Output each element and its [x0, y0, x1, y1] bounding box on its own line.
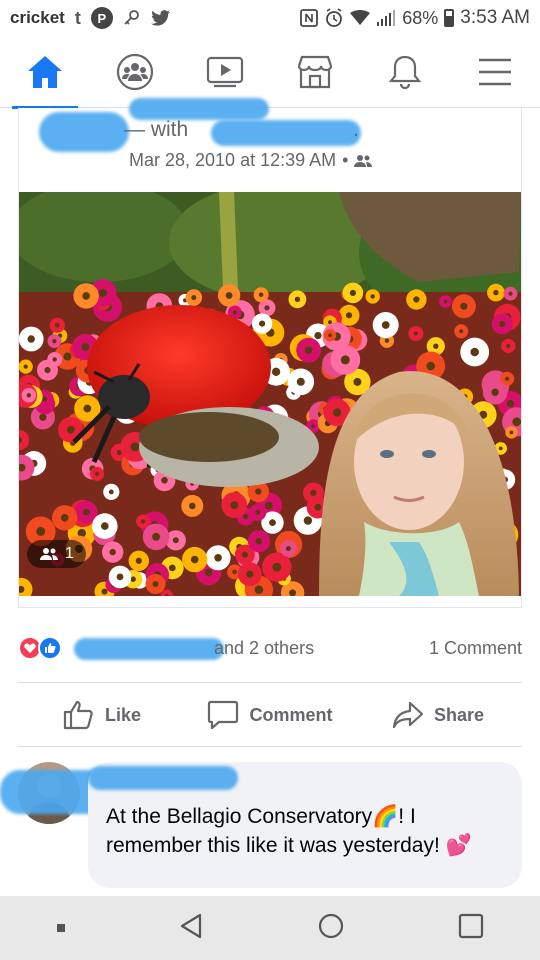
comment-bubble: At the Bellagio Conservatory🌈! I remembe… [88, 762, 522, 888]
separator-dot: • [342, 150, 349, 170]
tag-period: . [353, 118, 359, 141]
signal-icon [376, 9, 396, 27]
thumbs-up-icon [63, 700, 93, 730]
like-reaction-icon [38, 636, 62, 660]
comment-text: At the Bellagio Conservatory🌈! I remembe… [106, 805, 472, 857]
nfc-icon [300, 9, 319, 27]
groups-icon [116, 53, 154, 90]
tab-marketplace[interactable] [280, 36, 350, 108]
android-navigation-bar [0, 896, 540, 960]
post-photo[interactable]: 1 [19, 192, 521, 596]
key-icon [123, 9, 141, 27]
back-button[interactable] [178, 912, 204, 945]
share-arrow-icon [392, 701, 424, 729]
hamburger-menu-icon [479, 58, 511, 85]
clock-time: 3:53 AM [460, 7, 530, 28]
post-card: — with . Mar 28, 2010 at 12:39 AM • 1 [18, 98, 522, 608]
alarm-icon [324, 8, 344, 28]
comment-label: Comment [249, 704, 333, 725]
redacted-reactors-mark [74, 638, 224, 660]
comment-button[interactable]: Comment [186, 684, 354, 746]
reaction-others-text: and 2 others [214, 638, 315, 658]
wifi-icon [350, 10, 371, 26]
share-label: Share [433, 704, 485, 725]
tumblr-icon: t [74, 7, 81, 28]
like-button[interactable]: Like [18, 684, 186, 746]
comment-bubble-icon [208, 700, 239, 730]
tab-groups[interactable] [100, 36, 170, 108]
overview-button[interactable] [458, 913, 484, 944]
tagged-people-badge[interactable]: 1 [27, 540, 86, 568]
divider-top [18, 682, 522, 683]
like-label: Like [104, 704, 142, 725]
share-button[interactable]: Share [354, 684, 522, 746]
tab-notifications[interactable] [370, 36, 440, 108]
tab-watch[interactable] [190, 36, 260, 108]
tagged-with-text: — with [124, 118, 188, 142]
pandora-icon: P [90, 7, 113, 29]
divider-bottom [18, 746, 522, 747]
marketplace-icon [297, 55, 333, 88]
with-label: — with [124, 118, 189, 141]
friends-audience-icon [354, 154, 373, 167]
status-bar: cricket t P 68% 3:53 AM [0, 0, 540, 36]
top-navigation [0, 36, 540, 109]
comment-count[interactable]: 1 Comment [429, 638, 522, 659]
carrier-name: cricket [10, 8, 65, 27]
redacted-commenter-name-mark [88, 766, 238, 790]
post-actions: Like Comment Share [18, 684, 522, 746]
reactions-row[interactable]: and 2 others 1 Comment [18, 630, 522, 666]
tag-count: 1 [65, 545, 74, 562]
overview-square-icon [458, 913, 483, 938]
post-header: — with . Mar 28, 2010 at 12:39 AM • [19, 98, 521, 192]
video-icon [206, 56, 244, 87]
people-icon [40, 548, 58, 560]
home-icon [28, 55, 62, 88]
post-date-text: Mar 28, 2010 at 12:39 AM [129, 150, 337, 170]
redacted-tag-mark [211, 120, 361, 146]
battery-icon [444, 9, 455, 27]
photo-image [19, 192, 521, 596]
twitter-icon [150, 9, 171, 27]
post-timestamp[interactable]: Mar 28, 2010 at 12:39 AM • [129, 150, 373, 171]
battery-percent: 68% [402, 7, 439, 28]
redacted-author-mark [129, 98, 269, 120]
redacted-name-mark [39, 112, 129, 152]
tab-home[interactable] [10, 36, 80, 109]
bell-icon [388, 55, 422, 89]
home-circle-icon [318, 913, 343, 938]
home-button[interactable] [317, 912, 345, 945]
back-triangle-icon [180, 913, 201, 938]
tab-menu[interactable] [460, 36, 530, 108]
recents-dot-icon [56, 924, 65, 932]
